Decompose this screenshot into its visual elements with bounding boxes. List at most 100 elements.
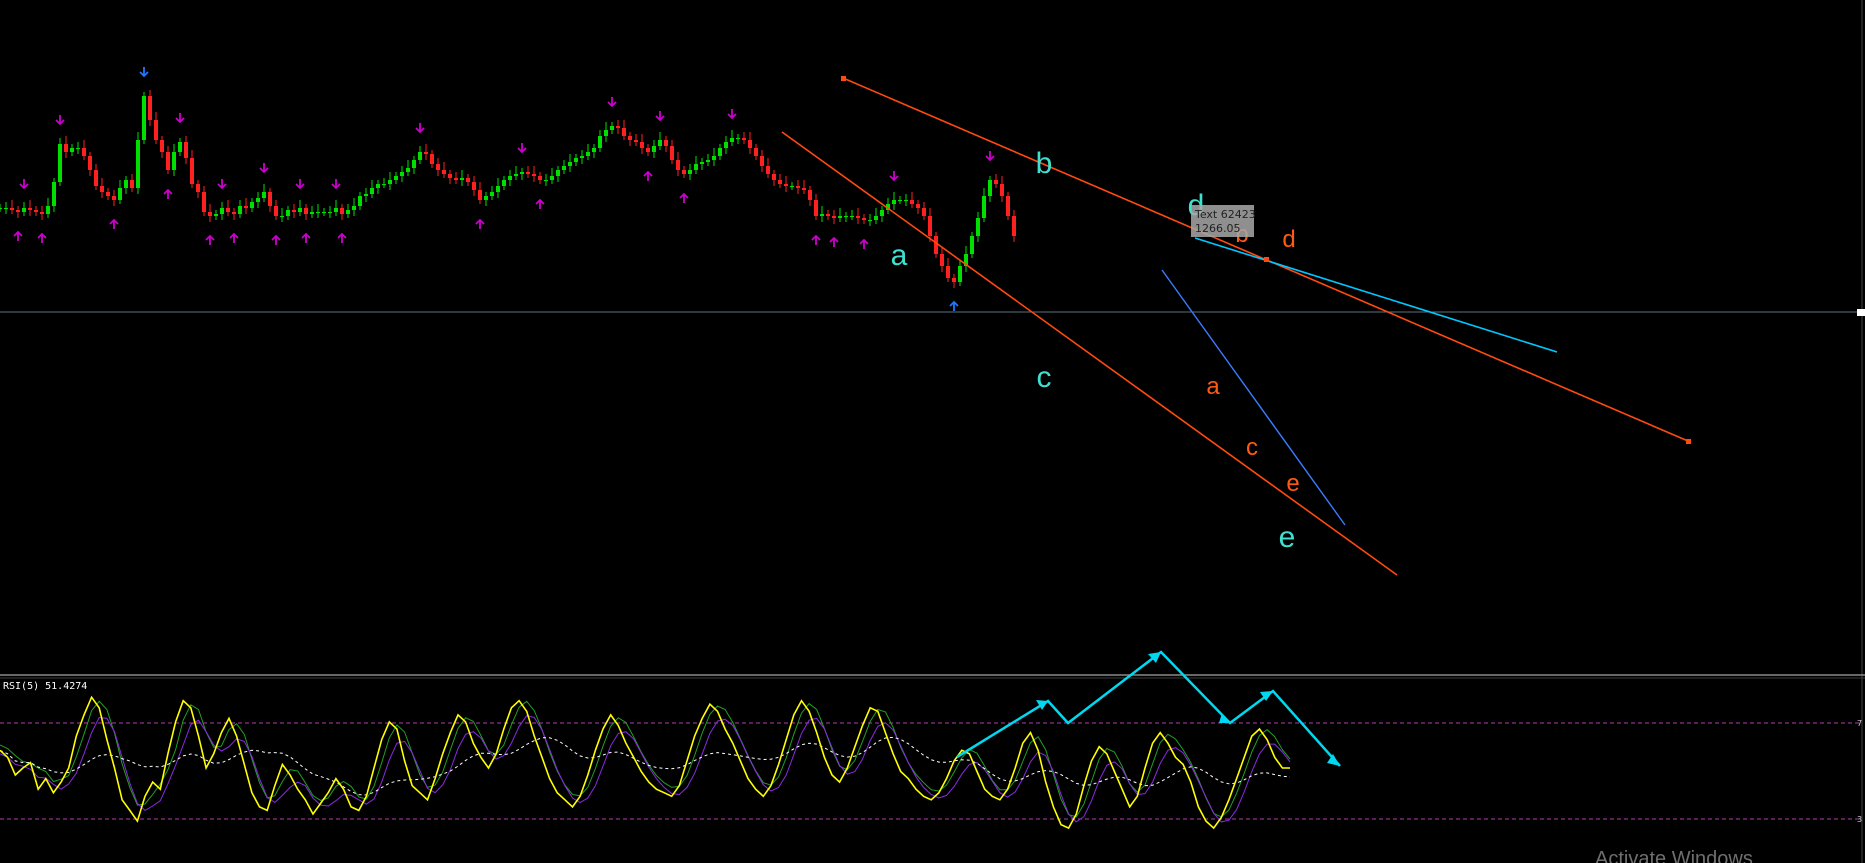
candle-body (418, 152, 422, 160)
candle-body (118, 188, 122, 200)
candle-body (868, 220, 872, 221)
subwave-label-a: a (1206, 373, 1220, 400)
rsi-axis-tick: 7 (1857, 719, 1862, 728)
candle-body (940, 254, 944, 266)
candle-body (154, 120, 158, 140)
wave-label-a: a (891, 239, 908, 272)
candle-body (790, 186, 794, 187)
candle-body (796, 186, 800, 188)
candle-body (334, 208, 338, 212)
candle-body (802, 188, 806, 190)
trendline-anchor[interactable] (1686, 439, 1691, 444)
candle-body (892, 200, 896, 204)
candle-body (736, 138, 740, 139)
candle-body (292, 210, 296, 212)
candle-body (220, 208, 224, 214)
candle-body (22, 208, 26, 212)
candle-body (112, 196, 116, 200)
candle-body (106, 192, 110, 196)
candle-body (544, 180, 548, 181)
candle-body (730, 138, 734, 142)
candle-body (820, 214, 824, 216)
candle-body (214, 214, 218, 216)
candle-body (274, 206, 278, 216)
candle-body (130, 180, 134, 188)
candle-body (58, 144, 62, 182)
candle-body (1006, 196, 1010, 216)
candle-body (46, 206, 50, 214)
wave-label-b: b (1036, 147, 1053, 180)
candle-body (640, 142, 644, 148)
candle-body (4, 208, 8, 209)
candle-body (844, 216, 848, 217)
candle-body (538, 176, 542, 180)
candle-body (82, 148, 86, 156)
candle-body (478, 190, 482, 200)
candle-body (814, 200, 818, 216)
candle-body (718, 148, 722, 156)
candle-body (586, 152, 590, 156)
candle-body (838, 216, 842, 218)
candle-body (166, 152, 170, 170)
tooltip-line2: 1266.05 (1195, 222, 1241, 235)
candle-body (208, 212, 212, 216)
candle-body (316, 212, 320, 213)
candle-body (490, 192, 494, 196)
tooltip-line1: Text 62423 (1194, 208, 1256, 221)
candle-body (748, 140, 752, 148)
candle-body (484, 196, 488, 200)
candle-body (652, 146, 656, 152)
candle-body (466, 178, 470, 182)
candle-body (898, 200, 902, 201)
candle-body (520, 172, 524, 174)
candle-body (976, 218, 980, 236)
candle-body (16, 210, 20, 212)
candle-body (442, 170, 446, 174)
candle-body (766, 166, 770, 174)
trendline-anchor[interactable] (1264, 257, 1269, 262)
rsi-axis-tick: 3 (1857, 815, 1862, 824)
candle-body (982, 196, 986, 218)
candle-body (340, 208, 344, 214)
windows-watermark: Activate Windows (1595, 848, 1753, 863)
candle-body (280, 216, 284, 217)
candle-body (232, 212, 236, 214)
candle-body (568, 162, 572, 166)
candle-body (832, 216, 836, 218)
candle-body (34, 210, 38, 212)
candle-body (346, 210, 350, 214)
candle-body (10, 208, 14, 210)
chart-svg: a b c d e a b c d e Text 62423 1266.05 R… (0, 0, 1865, 863)
candle-body (856, 216, 860, 218)
candle-body (604, 130, 608, 136)
candle-body (670, 146, 674, 160)
candle-body (394, 176, 398, 180)
candle-body (1012, 216, 1016, 236)
candle-body (52, 182, 56, 206)
candle-body (958, 266, 962, 282)
candle-body (376, 184, 380, 188)
candle-body (610, 126, 614, 130)
candle-body (142, 96, 146, 140)
chart-background (0, 0, 1865, 863)
candle-body (496, 186, 500, 192)
candle-body (970, 236, 974, 254)
candle-body (574, 158, 578, 162)
candle-body (406, 168, 410, 172)
candle-body (928, 216, 932, 236)
candle-body (76, 148, 80, 149)
candle-body (1000, 184, 1004, 196)
candle-body (862, 218, 866, 220)
candle-body (124, 180, 128, 188)
candle-body (436, 164, 440, 170)
candle-body (172, 152, 176, 170)
candle-body (628, 136, 632, 140)
candle-body (874, 216, 878, 220)
candle-body (754, 148, 758, 156)
candle-body (706, 160, 710, 162)
candle-body (250, 202, 254, 208)
candle-body (502, 180, 506, 186)
candle-body (934, 236, 938, 254)
trendline-anchor[interactable] (841, 76, 846, 81)
candle-body (772, 174, 776, 180)
